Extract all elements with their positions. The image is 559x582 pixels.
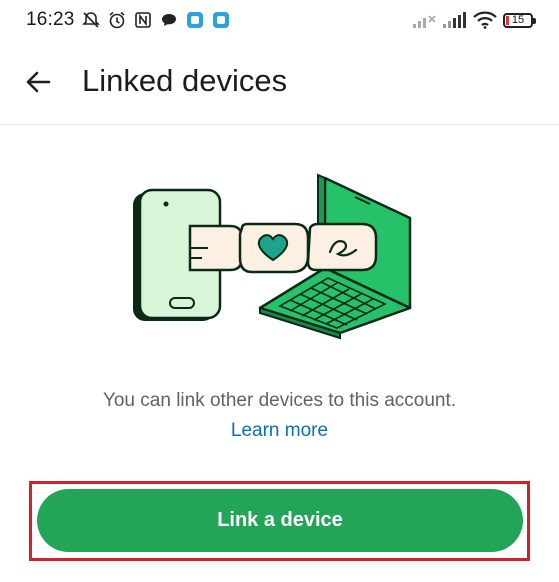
back-button[interactable] xyxy=(22,66,54,98)
status-bar: 16:23 15 xyxy=(0,0,559,40)
app-notification-icon xyxy=(186,12,203,28)
chat-bubble-icon xyxy=(161,14,176,26)
status-left: 16:23 xyxy=(26,9,231,31)
battery-icon: 15 xyxy=(503,12,536,28)
muted-bell-icon xyxy=(81,12,100,28)
signal-no-service-icon xyxy=(413,15,436,28)
wifi-icon xyxy=(473,11,497,29)
description-text: You can link other devices to this accou… xyxy=(102,390,457,411)
learn-more-link[interactable]: Learn more xyxy=(0,420,559,442)
link-device-button[interactable]: Link a device xyxy=(37,489,523,552)
app-notification-icon xyxy=(212,12,229,28)
linked-devices-illustration-icon xyxy=(133,173,412,340)
alarm-clock-icon xyxy=(109,11,125,29)
status-right: 15 xyxy=(413,11,536,29)
nfc-icon xyxy=(134,12,151,28)
battery-level: 15 xyxy=(511,13,525,26)
page-title: Linked devices xyxy=(82,63,288,98)
app-bar: Linked devices xyxy=(0,42,559,125)
arrow-left-icon xyxy=(26,71,51,93)
signal-strength-icon xyxy=(443,12,466,28)
clock-time: 16:23 xyxy=(26,9,75,30)
